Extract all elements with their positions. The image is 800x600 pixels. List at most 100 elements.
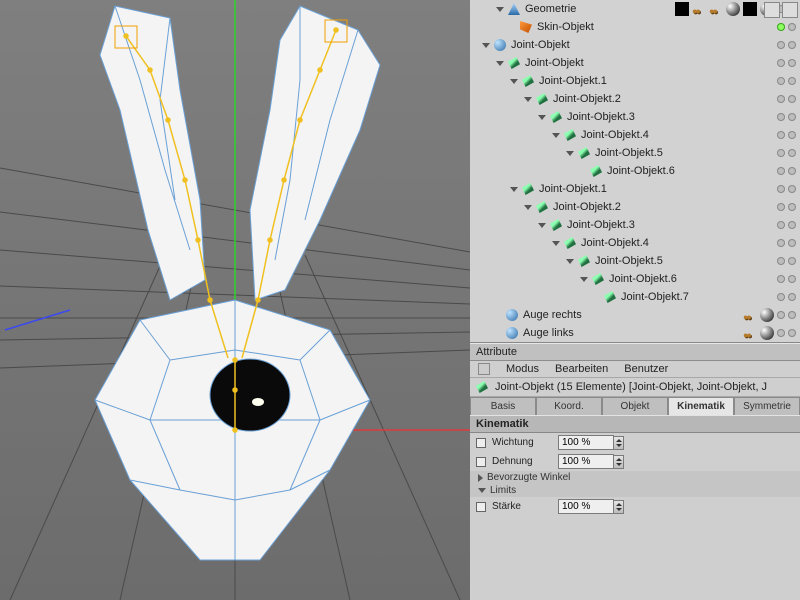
visibility-dots[interactable] [777, 293, 800, 301]
tree-item[interactable]: Auge rechts [470, 306, 800, 324]
expand-toggle-icon[interactable] [566, 256, 576, 266]
tree-item[interactable]: Joint-Objekt.2 [470, 90, 800, 108]
visibility-dot[interactable] [788, 95, 796, 103]
visibility-dot[interactable] [777, 149, 785, 157]
expand-toggle-icon[interactable] [510, 76, 520, 86]
tree-item[interactable]: Joint-Objekt.4 [470, 126, 800, 144]
visibility-dot[interactable] [788, 293, 796, 301]
input-dehnung[interactable] [558, 454, 614, 469]
input-wichtung[interactable] [558, 435, 614, 450]
tree-item[interactable]: Joint-Objekt [470, 54, 800, 72]
visibility-dot[interactable] [777, 185, 785, 193]
visibility-dot[interactable] [788, 59, 796, 67]
visibility-dot[interactable] [788, 41, 796, 49]
tag-balls-icon[interactable] [709, 2, 723, 16]
expand-toggle-icon[interactable] [538, 112, 548, 122]
checkbox-staerke[interactable] [476, 502, 486, 512]
visibility-dot[interactable] [788, 257, 796, 265]
visibility-dots[interactable] [777, 221, 800, 229]
checkbox-dehnung[interactable] [476, 457, 486, 467]
tree-item[interactable]: Joint-Objekt.5 [470, 252, 800, 270]
visibility-dot[interactable] [788, 239, 796, 247]
tree-item[interactable]: Auge links [470, 324, 800, 342]
tree-item[interactable]: Joint-Objekt.3 [470, 108, 800, 126]
tab-koord[interactable]: Koord. [536, 397, 602, 415]
visibility-dots[interactable] [777, 257, 800, 265]
visibility-dot[interactable] [777, 131, 785, 139]
tree-item[interactable]: Joint-Objekt.6 [470, 162, 800, 180]
viewport-3d[interactable] [0, 0, 470, 600]
tree-item[interactable]: Joint-Objekt.5 [470, 144, 800, 162]
visibility-dots[interactable] [777, 275, 800, 283]
visibility-dot[interactable] [777, 203, 785, 211]
visibility-dot[interactable] [777, 41, 785, 49]
menu-modus[interactable]: Modus [506, 363, 539, 375]
visibility-dot[interactable] [788, 203, 796, 211]
visibility-dots[interactable] [743, 308, 800, 322]
visibility-dots[interactable] [777, 113, 800, 121]
tree-item[interactable]: Joint-Objekt.1 [470, 72, 800, 90]
menu-bearbeiten[interactable]: Bearbeiten [555, 363, 608, 375]
tab-objekt[interactable]: Objekt [602, 397, 668, 415]
expand-toggle-icon[interactable] [580, 274, 590, 284]
tab-basis[interactable]: Basis [470, 397, 536, 415]
checkbox-wichtung[interactable] [476, 438, 486, 448]
visibility-dot[interactable] [777, 167, 785, 175]
expand-toggle-icon[interactable] [552, 238, 562, 248]
visibility-dot[interactable] [788, 77, 796, 85]
visibility-dot[interactable] [777, 329, 785, 337]
visibility-dot[interactable] [777, 59, 785, 67]
visibility-dots[interactable] [777, 41, 800, 49]
visibility-dots[interactable] [777, 77, 800, 85]
tag-balls-icon[interactable] [743, 308, 757, 322]
attribute-tabs[interactable]: BasisKoord.ObjektKinematikSymmetrie [470, 397, 800, 415]
expand-toggle-icon[interactable] [524, 202, 534, 212]
visibility-dots[interactable] [777, 203, 800, 211]
tree-item[interactable]: Joint-Objekt.2 [470, 198, 800, 216]
tree-item[interactable]: Joint-Objekt.7 [470, 288, 800, 306]
tab-kinematik[interactable]: Kinematik [668, 397, 734, 415]
visibility-dot[interactable] [777, 293, 785, 301]
object-manager[interactable]: GeometrieSkin-ObjektJoint-ObjektJoint-Ob… [470, 0, 800, 343]
menu-benutzer[interactable]: Benutzer [624, 363, 668, 375]
input-staerke[interactable] [558, 499, 614, 514]
visibility-dot[interactable] [777, 113, 785, 121]
expand-toggle-icon[interactable] [538, 220, 548, 230]
visibility-dots[interactable] [777, 59, 800, 67]
visibility-dot[interactable] [788, 185, 796, 193]
tag-check-icon[interactable] [675, 2, 689, 16]
visibility-dots[interactable] [777, 167, 800, 175]
display-filter-icon[interactable] [782, 2, 798, 18]
visibility-dot[interactable] [788, 311, 796, 319]
tag-sphere-icon[interactable] [726, 2, 740, 16]
tree-item[interactable]: Joint-Objekt.1 [470, 180, 800, 198]
visibility-dots[interactable] [777, 23, 800, 31]
visibility-dot[interactable] [788, 275, 796, 283]
spinner-staerke[interactable] [614, 500, 624, 514]
visibility-dot[interactable] [777, 23, 785, 31]
visibility-dot[interactable] [777, 95, 785, 103]
visibility-dot[interactable] [788, 131, 796, 139]
visibility-dot[interactable] [777, 221, 785, 229]
tag-sphere-icon[interactable] [760, 326, 774, 340]
spinner-dehnung[interactable] [614, 455, 624, 469]
visibility-dots[interactable] [777, 131, 800, 139]
visibility-dot[interactable] [788, 167, 796, 175]
attribute-menubar[interactable]: Modus Bearbeiten Benutzer [470, 361, 800, 378]
tag-sphere-icon[interactable] [760, 308, 774, 322]
tag-balls-icon[interactable] [692, 2, 706, 16]
visibility-dots[interactable] [777, 95, 800, 103]
visibility-dot[interactable] [777, 311, 785, 319]
visibility-dots[interactable] [777, 185, 800, 193]
visibility-dot[interactable] [788, 221, 796, 229]
tag-balls-icon[interactable] [743, 326, 757, 340]
spinner-wichtung[interactable] [614, 436, 624, 450]
tree-item[interactable]: Joint-Objekt [470, 36, 800, 54]
visibility-dot[interactable] [788, 113, 796, 121]
attribute-menu-icon[interactable] [478, 363, 490, 375]
visibility-dots[interactable] [743, 326, 800, 340]
visibility-dot[interactable] [788, 329, 796, 337]
expand-toggle-icon[interactable] [496, 58, 506, 68]
visibility-dot[interactable] [788, 23, 796, 31]
visibility-dot[interactable] [777, 275, 785, 283]
